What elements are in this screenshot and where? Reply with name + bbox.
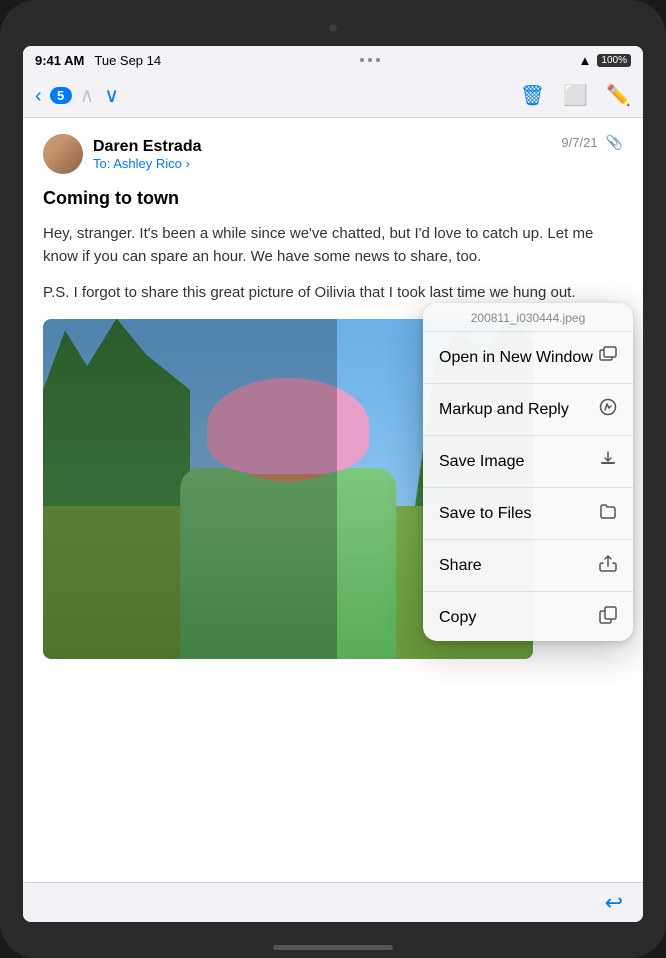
email-subject: Coming to town: [43, 188, 623, 209]
share-icon: [599, 554, 617, 577]
status-date: Tue Sep 14: [94, 53, 161, 68]
home-indicator[interactable]: [273, 945, 393, 950]
menu-item-open-new-window[interactable]: Open in New Window: [423, 334, 633, 381]
menu-item-share-label: Share: [439, 557, 482, 575]
toolbar-right: 🗑 ⬜ ✏️: [520, 83, 631, 108]
camera: [329, 24, 337, 32]
email-header: Daren Estrada To: Ashley Rico › 9/7/21 📎: [43, 134, 623, 174]
dot3: [376, 58, 380, 62]
menu-item-copy[interactable]: Copy: [423, 594, 633, 641]
sender-name: Daren Estrada: [93, 138, 202, 156]
email-body-paragraph1: Hey, stranger. It's been a while since w…: [43, 223, 623, 268]
menu-divider-4: [423, 539, 633, 540]
sender-to-label[interactable]: To: Ashley Rico: [93, 156, 182, 171]
menu-divider-3: [423, 487, 633, 488]
back-button[interactable]: ‹: [35, 86, 42, 106]
chevron-right-icon: ›: [186, 156, 190, 171]
dot2: [368, 58, 372, 62]
menu-divider-top: [423, 331, 633, 332]
status-time: 9:41 AM: [35, 53, 84, 68]
attachment-icon: 📎: [606, 134, 623, 151]
avatar: [43, 134, 83, 174]
chevron-left-icon: ‹: [35, 86, 42, 106]
trash-icon[interactable]: 🗑: [520, 83, 545, 108]
menu-item-markup-reply-label: Markup and Reply: [439, 401, 569, 419]
menu-item-open-new-window-label: Open in New Window: [439, 349, 593, 367]
email-meta-right: 9/7/21 📎: [561, 134, 623, 151]
menu-item-markup-reply[interactable]: Markup and Reply: [423, 386, 633, 433]
battery-icon: 100%: [597, 54, 631, 67]
save-to-files-icon: [599, 502, 617, 525]
menu-item-save-to-files[interactable]: Save to Files: [423, 490, 633, 537]
nav-arrows: ∧ ∨: [80, 83, 119, 108]
menu-item-save-image-label: Save Image: [439, 453, 524, 471]
menu-item-share[interactable]: Share: [423, 542, 633, 589]
email-bottom-bar: ↩: [23, 882, 643, 922]
menu-item-save-to-files-label: Save to Files: [439, 505, 531, 523]
compose-icon[interactable]: ✏️: [606, 83, 631, 108]
menu-item-save-image[interactable]: Save Image: [423, 438, 633, 485]
save-image-icon: [599, 450, 617, 473]
arrow-up-button[interactable]: ∧: [80, 83, 95, 108]
toolbar-left: ‹ 5 ∧ ∨: [35, 83, 119, 108]
dot1: [360, 58, 364, 62]
context-menu: 200811_i030444.jpeg Open in New Window: [423, 303, 633, 641]
menu-divider-1: [423, 383, 633, 384]
open-new-window-icon: [599, 346, 617, 369]
email-toolbar: ‹ 5 ∧ ∨ 🗑 ⬜ ✏️: [23, 74, 643, 118]
context-menu-filename: 200811_i030444.jpeg: [423, 303, 633, 329]
message-count-badge: 5: [50, 87, 72, 104]
arrow-down-button[interactable]: ∨: [104, 83, 119, 108]
wifi-icon: ▲: [579, 53, 592, 68]
folder-icon[interactable]: ⬜: [563, 83, 588, 108]
menu-divider-5: [423, 591, 633, 592]
sender-to: To: Ashley Rico ›: [93, 156, 202, 171]
reply-button[interactable]: ↩: [605, 890, 623, 916]
email-body-paragraph2: P.S. I forgot to share this great pictur…: [43, 282, 623, 305]
status-bar: 9:41 AM Tue Sep 14 ▲ 100%: [23, 46, 643, 74]
markup-reply-icon: [599, 398, 617, 421]
email-date: 9/7/21: [561, 135, 597, 150]
email-content: Daren Estrada To: Ashley Rico › 9/7/21 📎…: [23, 118, 643, 882]
copy-icon: [599, 606, 617, 629]
photo-overlay: [43, 319, 337, 659]
menu-divider-2: [423, 435, 633, 436]
menu-item-copy-label: Copy: [439, 609, 476, 627]
sender-info: Daren Estrada To: Ashley Rico ›: [43, 134, 202, 174]
